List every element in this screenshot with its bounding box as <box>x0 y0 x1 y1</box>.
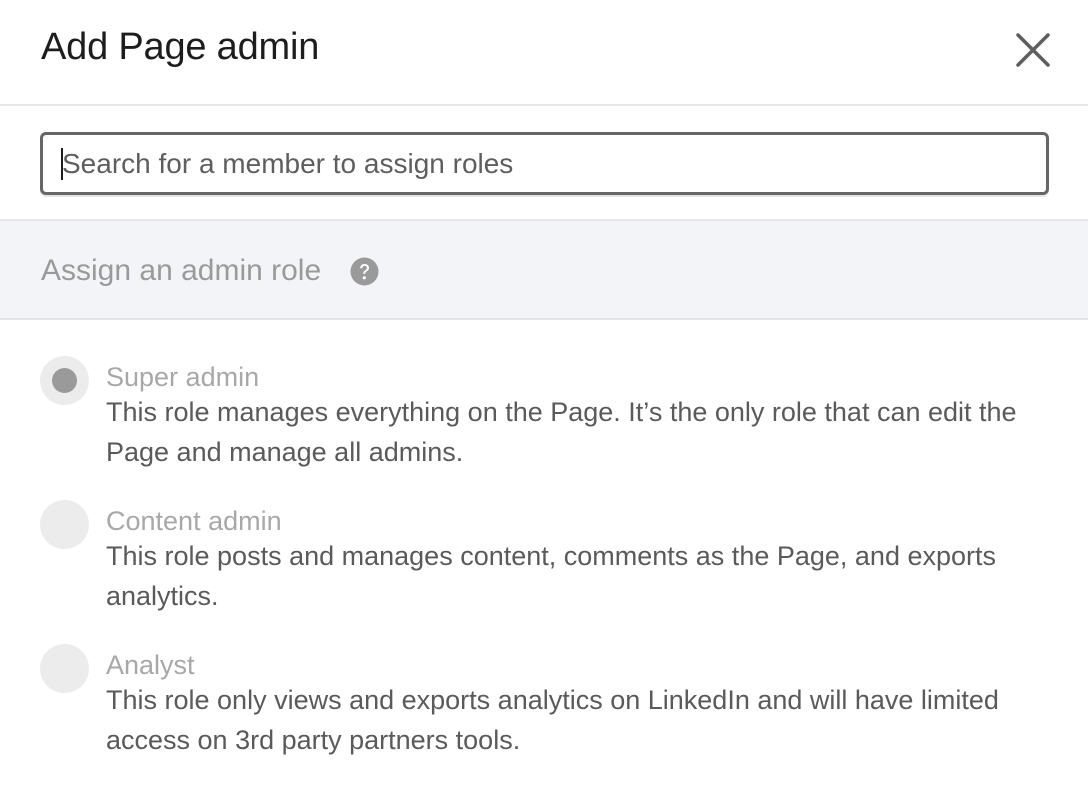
radio-selected-dot <box>52 368 77 393</box>
radio-super-admin[interactable] <box>40 356 89 405</box>
role-description-analyst: This role only views and exports analyti… <box>106 685 999 755</box>
dialog-title: Add Page admin <box>41 26 320 68</box>
add-page-admin-dialog: Add Page admin Assign an admin role Supe… <box>0 0 1088 788</box>
close-button[interactable] <box>1008 25 1058 75</box>
radio-content-admin[interactable] <box>40 500 89 549</box>
dialog-header: Add Page admin <box>0 0 1088 106</box>
member-search-input[interactable] <box>43 135 1046 192</box>
role-description-content-admin: This role posts and manages content, com… <box>106 541 996 611</box>
text-caret <box>61 148 63 180</box>
search-field-wrapper <box>40 132 1049 195</box>
role-title-super-admin: Super admin <box>106 362 260 392</box>
search-section <box>0 106 1088 221</box>
assign-role-heading: Assign an admin role <box>41 254 322 287</box>
question-circle-icon[interactable] <box>350 257 379 286</box>
role-title-analyst: Analyst <box>106 650 195 680</box>
role-title-content-admin: Content admin <box>106 506 282 536</box>
role-description-super-admin: This role manages everything on the Page… <box>106 397 1017 467</box>
radio-analyst[interactable] <box>40 644 89 693</box>
close-icon <box>1016 33 1050 67</box>
assign-role-header: Assign an admin role <box>0 221 1088 320</box>
